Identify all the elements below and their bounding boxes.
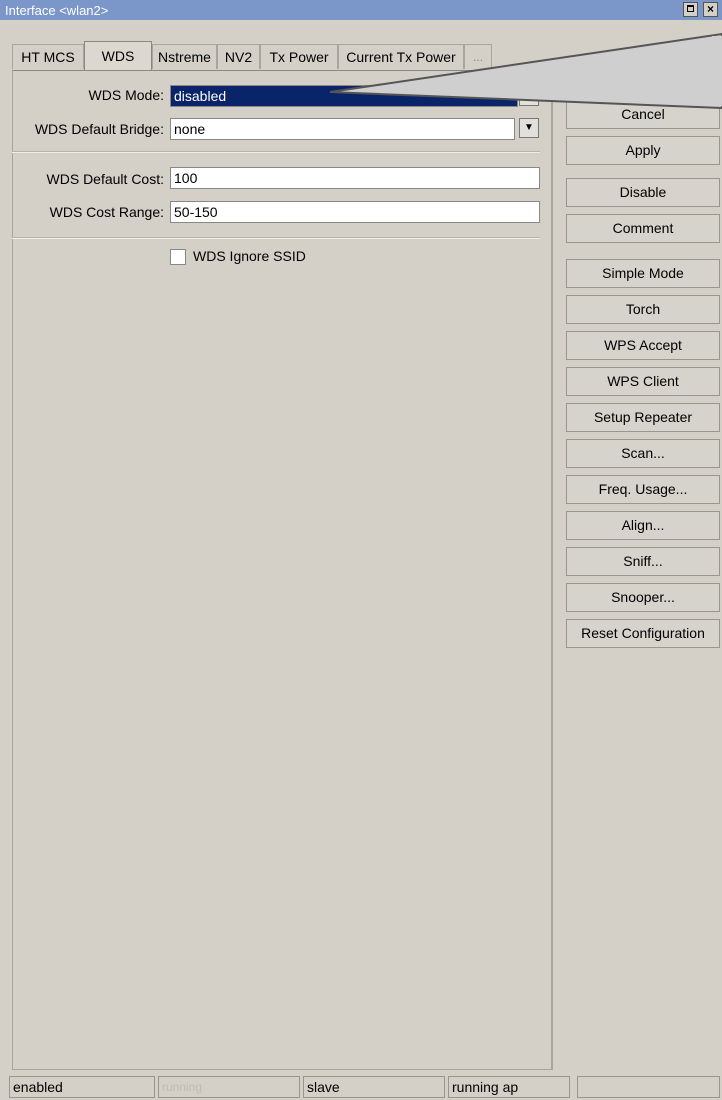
close-icon[interactable]: × bbox=[703, 2, 718, 17]
status-empty bbox=[577, 1076, 720, 1098]
wds-mode-label: WDS Mode: bbox=[88, 87, 164, 103]
cancel-button[interactable]: Cancel bbox=[566, 100, 720, 129]
tab-ht-mcs[interactable]: HT MCS bbox=[12, 44, 84, 69]
status-running: running bbox=[158, 1076, 300, 1098]
sniff-button[interactable]: Sniff... bbox=[566, 547, 720, 576]
apply-button[interactable]: Apply bbox=[566, 136, 720, 165]
status-role: slave bbox=[303, 1076, 445, 1098]
wds-cost-range-input[interactable]: 50-150 bbox=[170, 201, 540, 223]
section-divider bbox=[12, 151, 540, 153]
scan-button[interactable]: Scan... bbox=[566, 439, 720, 468]
section-divider bbox=[12, 237, 540, 239]
comment-button[interactable]: Comment bbox=[566, 214, 720, 243]
wds-ignore-ssid-label: WDS Ignore SSID bbox=[193, 248, 306, 264]
wds-ignore-ssid-checkbox[interactable] bbox=[170, 249, 186, 265]
setup-repeater-button[interactable]: Setup Repeater bbox=[566, 403, 720, 432]
wds-mode-select[interactable]: disabled bbox=[170, 85, 518, 107]
wds-default-bridge-dropdown-icon[interactable]: ▼ bbox=[519, 118, 539, 138]
tab-tx-power[interactable]: Tx Power bbox=[260, 44, 338, 69]
tab-nstreme[interactable]: Nstreme bbox=[152, 44, 217, 69]
freq-usage-button[interactable]: Freq. Usage... bbox=[566, 475, 720, 504]
status-running-ap: running ap bbox=[448, 1076, 570, 1098]
status-bar: enabled running slave running ap bbox=[0, 1072, 722, 1100]
wds-cost-range-value: 50-150 bbox=[174, 204, 218, 220]
tab-nv2[interactable]: NV2 bbox=[217, 44, 260, 69]
maximize-icon[interactable] bbox=[683, 2, 698, 17]
wps-client-button[interactable]: WPS Client bbox=[566, 367, 720, 396]
tab-more[interactable]: ... bbox=[464, 44, 492, 69]
snooper-button[interactable]: Snooper... bbox=[566, 583, 720, 612]
tab-current-tx-power[interactable]: Current Tx Power bbox=[338, 44, 464, 69]
wds-default-cost-label: WDS Default Cost: bbox=[46, 171, 164, 187]
window-titlebar: Interface <wlan2> × bbox=[0, 0, 722, 20]
wds-default-bridge-select[interactable]: none bbox=[170, 118, 515, 140]
torch-button[interactable]: Torch bbox=[566, 295, 720, 324]
window-title: Interface <wlan2> bbox=[5, 3, 109, 18]
wds-default-bridge-label: WDS Default Bridge: bbox=[34, 121, 164, 137]
wds-mode-value: disabled bbox=[174, 88, 227, 104]
status-enabled: enabled bbox=[9, 1076, 155, 1098]
button-column-divider bbox=[552, 70, 553, 1070]
reset-configuration-button[interactable]: Reset Configuration bbox=[566, 619, 720, 648]
wds-default-cost-value: 100 bbox=[174, 170, 198, 186]
wds-default-bridge-value: none bbox=[174, 121, 206, 137]
wds-default-cost-input[interactable]: 100 bbox=[170, 167, 540, 189]
disable-button[interactable]: Disable bbox=[566, 178, 720, 207]
align-button[interactable]: Align... bbox=[566, 511, 720, 540]
wps-accept-button[interactable]: WPS Accept bbox=[566, 331, 720, 360]
wds-mode-dropdown-icon[interactable]: ▼ bbox=[519, 86, 539, 106]
tab-wds[interactable]: WDS bbox=[84, 41, 152, 70]
simple-mode-button[interactable]: Simple Mode bbox=[566, 259, 720, 288]
wds-cost-range-label: WDS Cost Range: bbox=[49, 204, 164, 220]
